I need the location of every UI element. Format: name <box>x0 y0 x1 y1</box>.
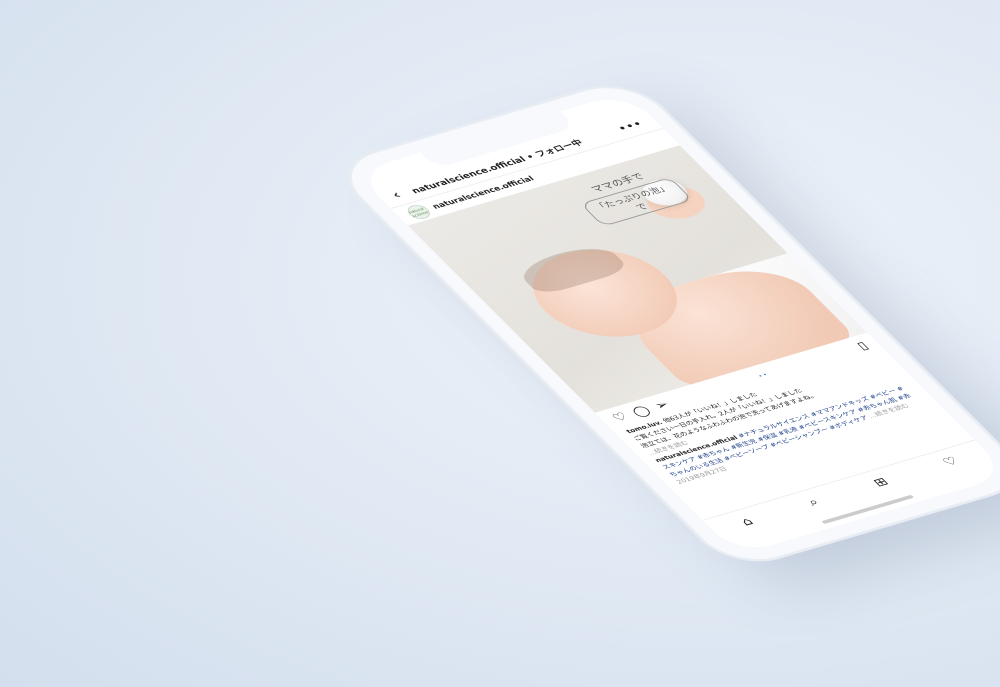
avatar-logo-text: natural science <box>406 206 430 218</box>
heart-icon[interactable]: ♡ <box>609 410 631 424</box>
send-icon[interactable]: ➢ <box>651 398 673 412</box>
heart-icon[interactable]: ♡ <box>939 455 961 469</box>
bookmark-icon[interactable]: ▯ <box>854 339 872 352</box>
add-post-icon[interactable]: ⊞ <box>870 475 892 489</box>
phone-device: ‹ naturalscience.official • フォロー中 ••• na… <box>330 77 1000 570</box>
search-icon[interactable]: ⌕ <box>804 496 822 509</box>
scene: ‹ naturalscience.official • フォロー中 ••• na… <box>0 0 1000 687</box>
comment-icon[interactable]: ◯ <box>629 404 654 419</box>
home-icon[interactable]: ⌂ <box>738 515 757 528</box>
phone-screen: ‹ naturalscience.official • フォロー中 ••• na… <box>354 92 1000 556</box>
